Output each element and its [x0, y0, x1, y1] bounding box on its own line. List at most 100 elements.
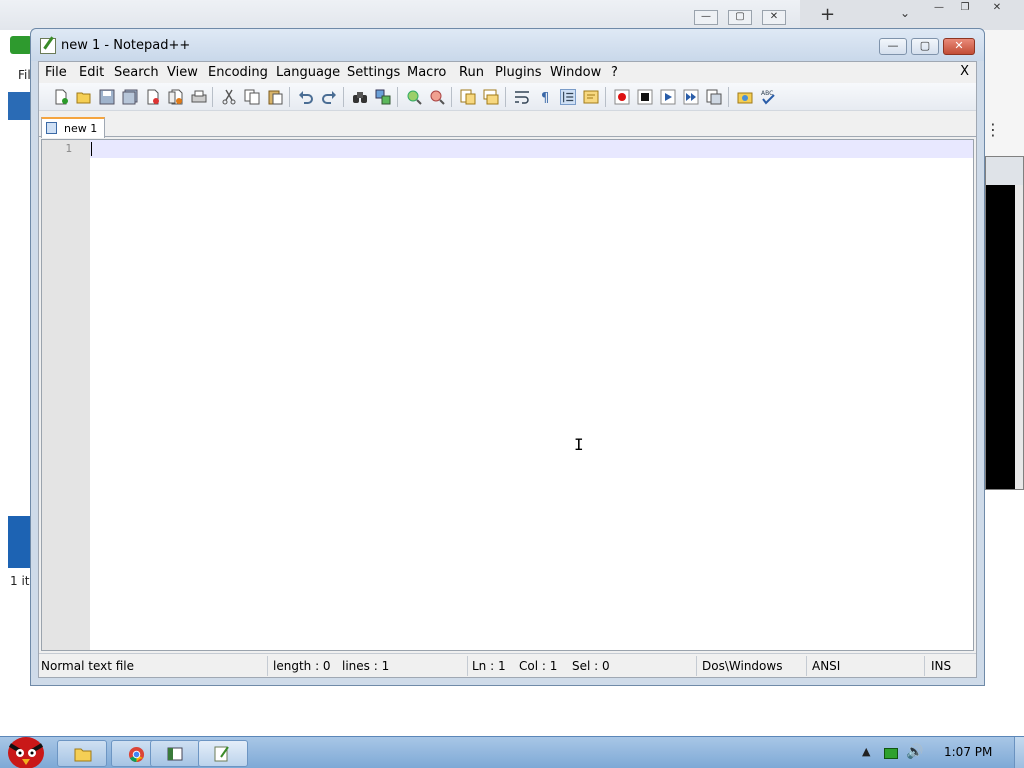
replace-icon[interactable] — [375, 89, 391, 105]
close-button[interactable]: ✕ — [943, 38, 975, 55]
close-icon[interactable] — [145, 89, 161, 105]
sync-vertical-icon[interactable] — [460, 89, 476, 105]
open-file-icon[interactable] — [76, 89, 92, 105]
spell-check-icon[interactable]: ABC — [760, 89, 776, 105]
chrome-minimize-button[interactable]: — — [928, 2, 950, 16]
indent-guide-icon[interactable] — [560, 89, 576, 105]
volume-icon[interactable]: 🔊 — [906, 744, 923, 760]
close-document-button[interactable]: X — [960, 64, 969, 79]
background-console-window[interactable] — [985, 156, 1024, 490]
document-tab-bar: new 1 — [39, 112, 976, 138]
svg-text:¶: ¶ — [541, 91, 549, 105]
console-scrollbar[interactable] — [1015, 185, 1023, 489]
menu-settings[interactable]: Settings — [347, 65, 400, 80]
background-blue-panel — [8, 92, 32, 120]
folder-icon — [74, 748, 92, 762]
sync-horizontal-icon[interactable] — [483, 89, 499, 105]
undo-icon[interactable] — [298, 89, 314, 105]
launch-browser-icon[interactable] — [737, 89, 753, 105]
document-map-icon[interactable] — [583, 89, 599, 105]
menu-search[interactable]: Search — [114, 65, 159, 80]
ibeam-cursor-icon: I — [574, 435, 584, 454]
show-hidden-icons-button[interactable]: ▲ — [862, 745, 870, 758]
playback-macro-icon[interactable] — [660, 89, 676, 105]
new-file-icon[interactable] — [53, 89, 69, 105]
status-separator — [806, 656, 807, 676]
console-title-strip — [986, 157, 1023, 185]
close-all-icon[interactable] — [168, 89, 184, 105]
menu-encoding[interactable]: Encoding — [208, 65, 268, 80]
menu-plugins[interactable]: Plugins — [495, 65, 542, 80]
menu-macro[interactable]: Macro — [407, 65, 446, 80]
menu-window[interactable]: Window — [550, 65, 601, 80]
menu-edit[interactable]: Edit — [79, 65, 104, 80]
tab-search-chevron-icon[interactable]: ⌄ — [900, 6, 910, 20]
word-wrap-icon[interactable] — [514, 89, 530, 105]
zoom-in-icon[interactable] — [406, 89, 422, 105]
status-bar: Normal text file length : 0 lines : 1 Ln… — [39, 653, 976, 677]
cut-icon[interactable] — [221, 89, 237, 105]
menu-language[interactable]: Language — [276, 65, 340, 80]
line-number: 1 — [65, 142, 72, 155]
title-bar[interactable]: new 1 - Notepad++ — ▢ ✕ — [31, 29, 984, 61]
stop-record-icon[interactable] — [637, 89, 653, 105]
toolbar-separator — [605, 87, 606, 107]
record-macro-icon[interactable] — [614, 89, 630, 105]
status-eol-format[interactable]: Dos\Windows — [702, 659, 782, 673]
notepadpp-app-icon[interactable] — [40, 38, 56, 54]
maximize-button[interactable]: ▢ — [911, 38, 939, 55]
status-length: length : 0 — [273, 659, 331, 673]
chrome-close-button[interactable]: ✕ — [986, 2, 1008, 16]
show-all-chars-icon[interactable]: ¶ — [537, 89, 553, 105]
notepadpp-icon — [214, 746, 229, 762]
text-caret — [91, 142, 92, 156]
background-back-icon[interactable] — [10, 36, 32, 54]
background-blue-button[interactable] — [8, 516, 32, 568]
taskbar-notepadpp-button[interactable] — [198, 740, 248, 767]
background-chrome-tabstrip[interactable]: + ⌄ — ❐ ✕ — [800, 0, 1024, 30]
notepadpp-window: new 1 - Notepad++ — ▢ ✕ File Edit Search… — [30, 28, 985, 686]
save-all-icon[interactable] — [122, 89, 138, 105]
status-insert-mode[interactable]: INS — [931, 659, 951, 673]
paste-icon[interactable] — [267, 89, 283, 105]
toolbar-separator — [397, 87, 398, 107]
menu-file[interactable]: File — [45, 65, 67, 80]
toolbar-separator — [451, 87, 452, 107]
toolbar-separator — [343, 87, 344, 107]
toolbar-separator — [505, 87, 506, 107]
background-minimize-button[interactable]: — — [694, 10, 718, 25]
status-line-number: Ln : 1 — [472, 659, 506, 673]
chrome-icon — [128, 746, 145, 763]
toolbar-separator — [212, 87, 213, 107]
status-encoding[interactable]: ANSI — [812, 659, 840, 673]
clock[interactable]: 1:07 PM — [944, 745, 992, 759]
menu-help[interactable]: ? — [611, 65, 618, 80]
save-macro-icon[interactable] — [706, 89, 722, 105]
chrome-menu-icon[interactable]: ⋮ — [985, 120, 1001, 139]
save-icon[interactable] — [99, 89, 115, 105]
svg-text:ABC: ABC — [761, 90, 773, 97]
print-icon[interactable] — [191, 89, 207, 105]
status-lines: lines : 1 — [342, 659, 390, 673]
menu-bar: File Edit Search View Encoding Language … — [39, 62, 976, 82]
minimize-button[interactable]: — — [879, 38, 907, 55]
menu-run[interactable]: Run — [459, 65, 484, 80]
tab-new-1[interactable]: new 1 — [41, 117, 105, 138]
taskbar-window-button[interactable] — [150, 740, 200, 767]
find-icon[interactable] — [352, 89, 368, 105]
show-desktop-button[interactable] — [1014, 737, 1024, 768]
network-icon[interactable] — [884, 748, 898, 759]
new-tab-button[interactable]: + — [820, 4, 835, 25]
zoom-out-icon[interactable] — [429, 89, 445, 105]
background-maximize-button[interactable]: ▢ — [728, 10, 752, 25]
window-app-icon — [167, 747, 183, 761]
taskbar-explorer-button[interactable] — [57, 740, 107, 767]
redo-icon[interactable] — [321, 89, 337, 105]
run-macro-multiple-icon[interactable] — [683, 89, 699, 105]
start-button-icon[interactable] — [4, 731, 48, 768]
menu-view[interactable]: View — [167, 65, 198, 80]
background-close-button[interactable]: ✕ — [762, 10, 786, 25]
copy-icon[interactable] — [244, 89, 260, 105]
text-editor[interactable]: 1 I — [41, 139, 974, 651]
chrome-restore-button[interactable]: ❐ — [954, 2, 976, 16]
